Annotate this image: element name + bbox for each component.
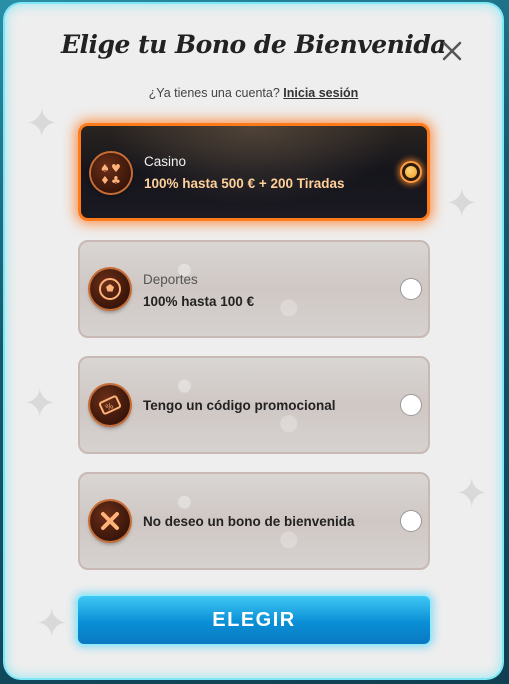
sparkle-decoration: ✦ (25, 102, 59, 146)
sparkle-decoration: ✦ (35, 602, 69, 646)
login-link[interactable]: Inicia sesión (283, 86, 358, 100)
option-no-bonus[interactable]: No deseo un bono de bienvenida (78, 472, 430, 570)
promo-ticket-icon: % (90, 385, 130, 425)
option-title: Casino (144, 154, 187, 169)
sparkle-decoration: ✦ (455, 472, 489, 516)
card-suits-icon: ♠ ♥ ♦ ♣ (91, 153, 131, 193)
x-mark-icon (90, 501, 130, 541)
radio-button[interactable] (400, 510, 422, 532)
sparkle-decoration: ✦ (445, 182, 479, 226)
close-button[interactable] (441, 40, 463, 62)
radio-button[interactable] (400, 161, 422, 183)
option-title: Deportes (143, 272, 198, 287)
radio-button[interactable] (400, 278, 422, 300)
option-subtitle: 100% hasta 100 € (143, 294, 255, 309)
choose-button[interactable]: ELEGIR (76, 594, 432, 646)
modal-title: Elige tu Bono de Bienvenida (60, 30, 447, 59)
sparkle-decoration: ✦ (23, 382, 57, 426)
option-subtitle: 100% hasta 500 € + 200 Tiradas (144, 176, 345, 191)
option-label: Tengo un código promocional (143, 398, 336, 413)
login-prompt: ¿Ya tienes una cuenta? Inicia sesión (5, 86, 502, 100)
option-promo-code[interactable]: % Tengo un código promocional (78, 356, 430, 454)
radio-button[interactable] (400, 394, 422, 416)
login-prompt-text: ¿Ya tienes una cuenta? (148, 86, 280, 100)
option-deportes[interactable]: Deportes 100% hasta 100 € (78, 240, 430, 338)
soccer-ball-icon (90, 269, 130, 309)
close-icon (442, 41, 462, 61)
option-label: No deseo un bono de bienvenida (143, 514, 355, 529)
svg-text:♣: ♣ (111, 174, 121, 186)
svg-text:♦: ♦ (100, 174, 110, 186)
welcome-bonus-modal: ✦ ✦ ✦ ✦ ✦ Elige tu Bono de Bienvenida ¿Y… (5, 4, 502, 678)
option-casino[interactable]: ♠ ♥ ♦ ♣ Casino 100% hasta 500 € + 200 Ti… (78, 123, 430, 221)
